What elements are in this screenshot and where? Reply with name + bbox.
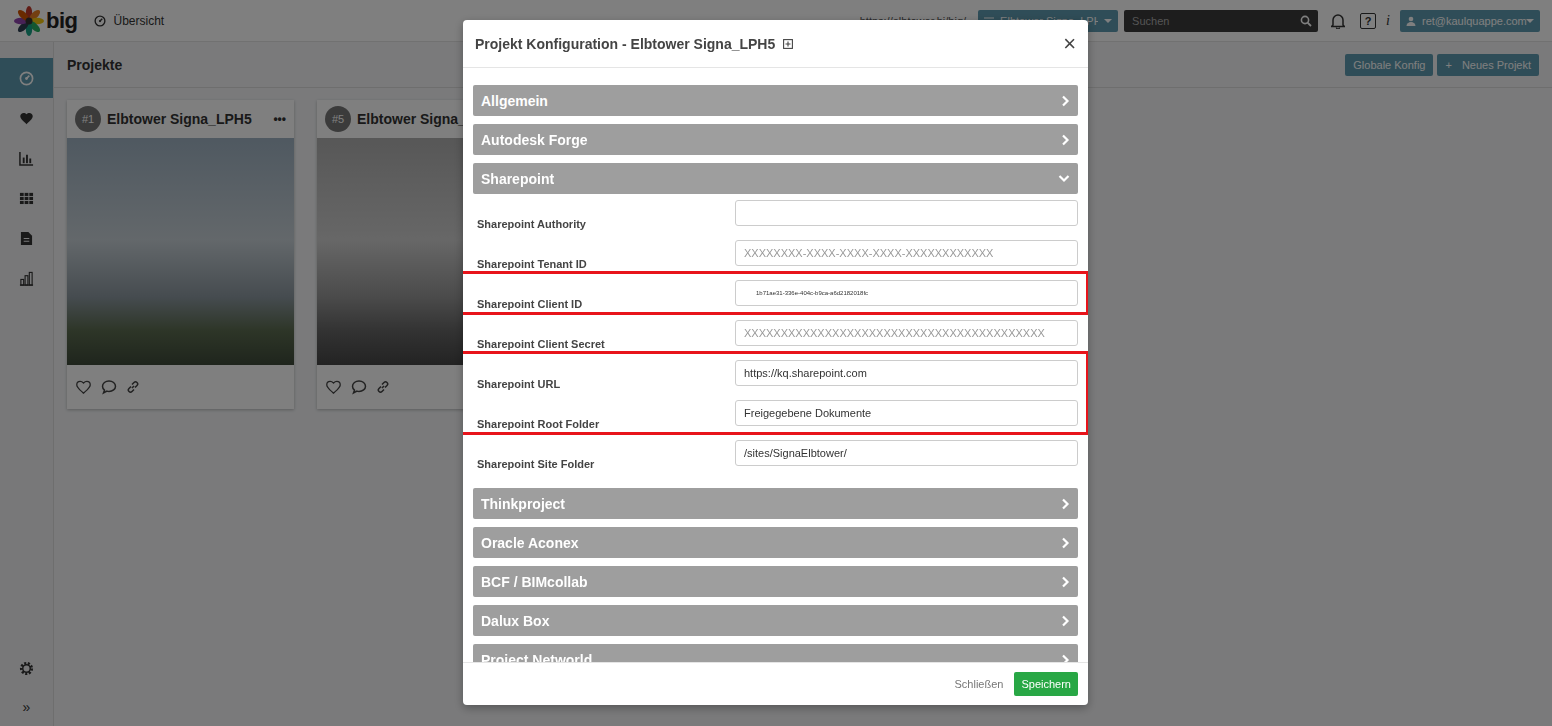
section-title: Project Networld [481, 652, 592, 663]
modal-body: Allgemein Autodesk Forge Sharepoint Sharepo… [463, 68, 1088, 662]
field-input[interactable] [735, 200, 1078, 226]
section-title: Autodesk Forge [481, 132, 588, 148]
config-section: Thinkproject [473, 488, 1078, 519]
field-row: Sharepoint Tenant ID [473, 240, 1078, 280]
field-label: Sharepoint URL [473, 378, 735, 390]
chevron-down-icon [1058, 174, 1070, 183]
chevron-right-icon [1061, 95, 1070, 107]
config-section: Autodesk Forge [473, 124, 1078, 155]
modal-header: Projekt Konfiguration - Elbtower Signa_L… [463, 20, 1088, 68]
field-row: Sharepoint Root Folder [473, 400, 1078, 440]
chevron-right-icon [1061, 654, 1070, 663]
section-title: Allgemein [481, 93, 548, 109]
section-header[interactable]: Oracle Aconex [473, 527, 1078, 558]
section-header[interactable]: Thinkproject [473, 488, 1078, 519]
chevron-right-icon [1061, 615, 1070, 627]
field-input[interactable] [735, 320, 1078, 346]
modal-title: Projekt Konfiguration - Elbtower Signa_L… [475, 36, 775, 52]
field-input[interactable] [735, 280, 1078, 306]
field-row: Sharepoint Client ID [473, 280, 1078, 320]
field-label: Sharepoint Root Folder [473, 418, 735, 430]
field-input[interactable] [735, 240, 1078, 266]
config-section: Allgemein [473, 85, 1078, 116]
field-input[interactable] [735, 400, 1078, 426]
section-fields: Sharepoint Authority Sharepoint Tenant ID… [473, 194, 1078, 480]
config-modal: Projekt Konfiguration - Elbtower Signa_L… [463, 20, 1088, 705]
section-title: Dalux Box [481, 613, 549, 629]
field-label: Sharepoint Authority [473, 218, 735, 230]
field-label: Sharepoint Tenant ID [473, 258, 735, 270]
field-label: Sharepoint Site Folder [473, 458, 735, 470]
highlight-group: Sharepoint URL Sharepoint Root Folder [473, 360, 1078, 440]
section-header[interactable]: Dalux Box [473, 605, 1078, 636]
section-title: BCF / BIMcollab [481, 574, 588, 590]
field-row: Sharepoint Authority [473, 200, 1078, 240]
save-button[interactable]: Speichern [1014, 672, 1078, 696]
close-button[interactable]: × [1063, 33, 1076, 55]
section-header[interactable]: Project Networld [473, 644, 1078, 662]
field-row: Sharepoint URL [473, 360, 1078, 400]
close-link[interactable]: Schließen [955, 678, 1004, 690]
section-title: Sharepoint [481, 171, 554, 187]
field-label: Sharepoint Client ID [473, 298, 735, 310]
chevron-right-icon [1061, 537, 1070, 549]
field-row: Sharepoint Site Folder [473, 440, 1078, 480]
section-header[interactable]: Autodesk Forge [473, 124, 1078, 155]
modal-footer: Schließen Speichern [463, 662, 1088, 705]
section-title: Oracle Aconex [481, 535, 579, 551]
field-input[interactable] [735, 360, 1078, 386]
section-header[interactable]: Sharepoint [473, 163, 1078, 194]
chevron-right-icon [1061, 498, 1070, 510]
config-section: Oracle Aconex [473, 527, 1078, 558]
section-title: Thinkproject [481, 496, 565, 512]
field-row: Sharepoint Client Secret [473, 320, 1078, 360]
config-section: Dalux Box [473, 605, 1078, 636]
field-input[interactable] [735, 440, 1078, 466]
config-section: Project Networld [473, 644, 1078, 662]
expand-icon[interactable] [783, 39, 793, 49]
section-header[interactable]: Allgemein [473, 85, 1078, 116]
section-header[interactable]: BCF / BIMcollab [473, 566, 1078, 597]
chevron-right-icon [1061, 576, 1070, 588]
config-section: SharepointSharepoint AuthoritySharepoint… [473, 163, 1078, 480]
config-section: BCF / BIMcollab [473, 566, 1078, 597]
chevron-right-icon [1061, 134, 1070, 146]
field-label: Sharepoint Client Secret [473, 338, 735, 350]
highlight-group: Sharepoint Client ID [473, 280, 1078, 320]
